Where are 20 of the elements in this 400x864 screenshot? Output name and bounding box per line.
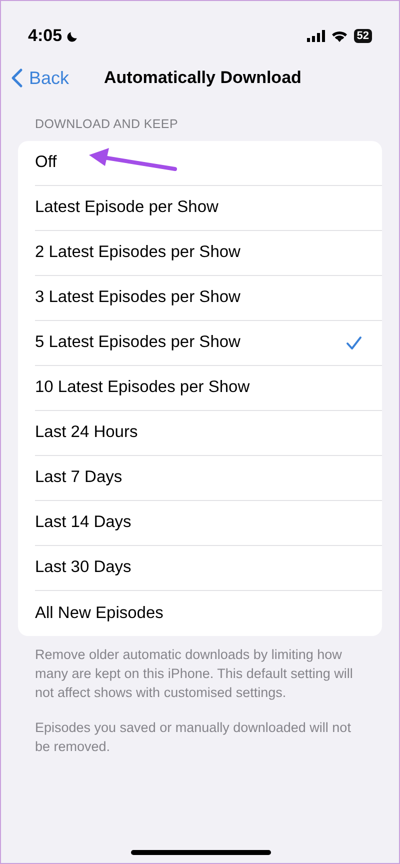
- signal-icon: [306, 30, 325, 42]
- option-row[interactable]: Last 24 Hours: [35, 410, 382, 456]
- chevron-left-icon: [11, 68, 23, 88]
- option-row[interactable]: Last 30 Days: [35, 546, 382, 591]
- option-row[interactable]: 2 Latest Episodes per Show: [35, 230, 382, 276]
- wifi-icon: [330, 30, 348, 42]
- footer-note: Episodes you saved or manually downloaded will not be removed.: [35, 718, 352, 756]
- status-time: 4:05: [28, 25, 62, 48]
- option-row[interactable]: All New Episodes: [35, 590, 382, 636]
- option-row[interactable]: 3 Latest Episodes per Show: [35, 276, 382, 321]
- option-row[interactable]: Last 7 Days: [35, 456, 382, 501]
- moon-icon: [66, 30, 80, 42]
- option-row[interactable]: Latest Episode per Show: [35, 186, 382, 231]
- footer-note: Remove older automatic downloads by limiting how many are kept on this iPhone. This default setting will not affect shows with customised settings.: [35, 646, 354, 702]
- option-row[interactable]: 10 Latest Episodes per Show: [35, 366, 382, 411]
- section-header: DOWNLOAD AND KEEP: [35, 116, 180, 133]
- battery-indicator: 52: [354, 29, 372, 43]
- screen-title: Automatically Download: [104, 67, 302, 90]
- option-row[interactable]: Last 14 Days: [35, 500, 382, 546]
- option-row[interactable]: 5 Latest Episodes per Show: [35, 320, 382, 366]
